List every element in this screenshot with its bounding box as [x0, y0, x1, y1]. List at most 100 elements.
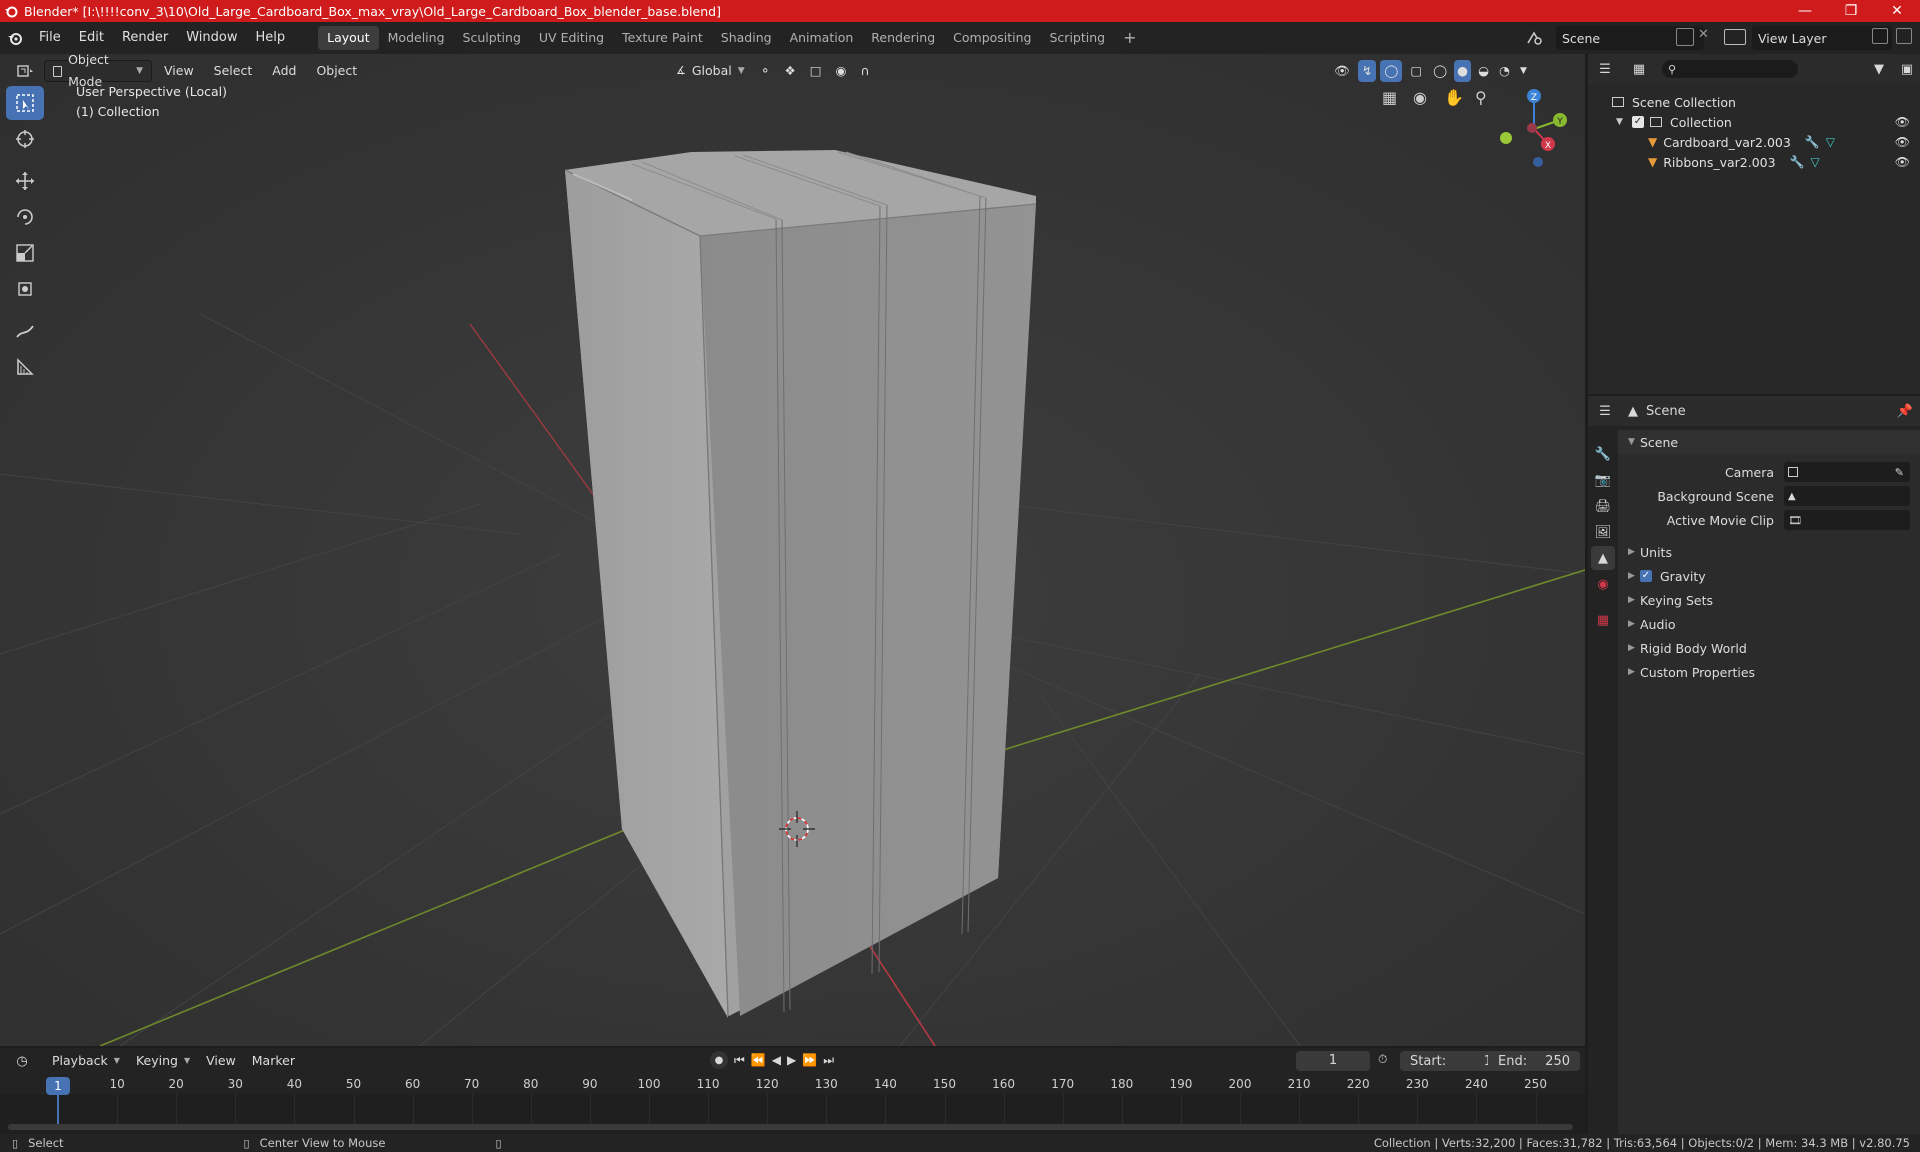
outliner-editor-type-icon[interactable]: ☰: [1588, 62, 1622, 77]
start-frame-field[interactable]: Start: 1: [1400, 1051, 1502, 1071]
menu-keying[interactable]: Keying ▼: [128, 1050, 198, 1072]
scale-tool[interactable]: [6, 236, 44, 270]
new-collection-icon[interactable]: ▣: [1894, 62, 1920, 77]
texture-tab-icon[interactable]: ▦: [1591, 608, 1615, 632]
menu-window[interactable]: Window: [177, 26, 246, 50]
properties-editor-type-icon[interactable]: ☰: [1588, 404, 1622, 419]
overlay-toggle-icon[interactable]: ◯: [1380, 60, 1403, 82]
tab-compositing[interactable]: Compositing: [944, 26, 1040, 50]
tab-sculpting[interactable]: Sculpting: [454, 26, 530, 50]
record-icon[interactable]: ●: [710, 1051, 728, 1069]
tab-rendering[interactable]: Rendering: [862, 26, 944, 50]
material-shading-icon[interactable]: ◒: [1475, 60, 1492, 82]
transform-orientation-selector[interactable]: ∡ Global ▼: [668, 60, 750, 82]
falloff-icon[interactable]: ∩: [856, 60, 873, 82]
select-box-tool[interactable]: [6, 86, 44, 120]
timeline-editor-type-icon[interactable]: ◷: [0, 1054, 44, 1069]
new-view-layer-icon[interactable]: [1872, 28, 1888, 44]
modifier-wrench-icon[interactable]: 🔧: [1805, 135, 1820, 149]
render-tab-icon[interactable]: 📷: [1591, 468, 1615, 492]
gravity-checkbox[interactable]: ✓: [1640, 570, 1652, 582]
3d-viewport[interactable]: Object Mode ▼ View Select Add Object ∡ G…: [0, 54, 1585, 1046]
pin-icon[interactable]: 📌: [1890, 404, 1920, 419]
xray-icon[interactable]: ▢: [1406, 60, 1426, 82]
timeline-area[interactable]: 10 20 30 40 50 60 70 80 90 100 110 120 130 140 150 160 1…: [0, 1074, 1585, 1134]
pan-hand-icon[interactable]: ✋: [1444, 88, 1464, 108]
timeline-scrollbar[interactable]: [8, 1124, 1573, 1130]
add-workspace-button[interactable]: +: [1114, 26, 1145, 50]
menu-file[interactable]: File: [30, 26, 70, 50]
remove-view-layer-icon[interactable]: [1896, 28, 1912, 44]
visibility-icon[interactable]: 👁: [1330, 60, 1354, 82]
move-tool[interactable]: [6, 164, 44, 198]
pivot-point-icon[interactable]: ⚬: [756, 60, 774, 82]
rendered-shading-icon[interactable]: ◔: [1496, 60, 1513, 82]
world-tab-icon[interactable]: ◉: [1591, 572, 1615, 596]
scene-icon[interactable]: [1526, 30, 1544, 50]
end-frame-field[interactable]: End: 250: [1488, 1051, 1580, 1071]
background-scene-field[interactable]: ▲: [1784, 486, 1910, 506]
expand-arrow-icon[interactable]: ▼: [1616, 117, 1632, 127]
prev-keyframe-icon[interactable]: ⏪: [751, 1053, 766, 1067]
camera-view-icon[interactable]: ◉: [1413, 88, 1433, 108]
menu-render[interactable]: Render: [113, 26, 177, 50]
cursor-tool[interactable]: [6, 122, 44, 156]
filter-icon[interactable]: ▼: [1864, 62, 1894, 77]
jump-start-icon[interactable]: ⏮: [734, 1053, 745, 1068]
mesh-data-icon[interactable]: ▽: [1811, 155, 1820, 169]
tab-shading[interactable]: Shading: [712, 26, 781, 50]
modifier-wrench-icon[interactable]: 🔧: [1790, 155, 1805, 169]
eyedropper-icon[interactable]: ✎: [1895, 466, 1904, 479]
solid-shading-icon[interactable]: ●: [1454, 60, 1472, 82]
menu-select[interactable]: Select: [206, 60, 261, 82]
rotate-tool[interactable]: [6, 200, 44, 234]
rigid-body-world-panel-header[interactable]: ▶ Rigid Body World: [1618, 636, 1920, 660]
play-icon[interactable]: ▶: [787, 1053, 796, 1067]
menu-object[interactable]: Object: [308, 60, 365, 82]
display-mode-icon[interactable]: ▦: [1622, 62, 1656, 77]
menu-help[interactable]: Help: [247, 26, 295, 50]
camera-field[interactable]: ✎: [1784, 462, 1910, 482]
custom-properties-panel-header[interactable]: ▶ Custom Properties: [1618, 660, 1920, 684]
units-panel-header[interactable]: ▶ Units: [1618, 540, 1920, 564]
outliner-collection-row[interactable]: ▼ ✓ Collection 👁: [1588, 112, 1920, 132]
tab-scripting[interactable]: Scripting: [1041, 26, 1115, 50]
blender-menu-icon[interactable]: [0, 30, 30, 46]
snap-target-icon[interactable]: □: [806, 60, 826, 82]
wireframe-shading-icon[interactable]: ◯: [1430, 60, 1450, 82]
eye-icon[interactable]: 👁: [1895, 115, 1910, 129]
stopwatch-icon[interactable]: ⏱: [1378, 1052, 1387, 1067]
gravity-panel-header[interactable]: ▶ ✓ Gravity: [1618, 564, 1920, 588]
view-layer-selector[interactable]: View Layer: [1752, 26, 1892, 50]
next-keyframe-icon[interactable]: ⏩: [802, 1053, 817, 1067]
tab-texture-paint[interactable]: Texture Paint: [613, 26, 712, 50]
active-movie-clip-field[interactable]: 🎞: [1784, 510, 1910, 530]
mode-selector[interactable]: Object Mode ▼: [44, 54, 152, 89]
tab-layout[interactable]: Layout: [318, 26, 379, 50]
maximize-icon[interactable]: ❐: [1828, 0, 1874, 22]
minimize-icon[interactable]: —: [1782, 0, 1828, 22]
menu-playback[interactable]: Playback ▼: [44, 1050, 128, 1072]
eye-icon[interactable]: 👁: [1895, 135, 1910, 149]
close-icon[interactable]: ✕: [1874, 0, 1920, 22]
tool-tab-icon[interactable]: 🔧: [1591, 442, 1615, 466]
transform-tool[interactable]: [6, 272, 44, 306]
tab-modeling[interactable]: Modeling: [379, 26, 454, 50]
grid-view-icon[interactable]: ▦: [1382, 88, 1402, 108]
editor-type-icon[interactable]: [12, 60, 40, 82]
collection-checkbox[interactable]: ✓: [1632, 116, 1644, 128]
navigation-gizmo[interactable]: Z Y X: [1488, 84, 1578, 174]
outliner-search-input[interactable]: ⚲: [1662, 60, 1798, 78]
audio-panel-header[interactable]: ▶ Audio: [1618, 612, 1920, 636]
menu-marker[interactable]: Marker: [244, 1050, 303, 1072]
playhead-frame-label[interactable]: 1: [46, 1077, 70, 1095]
menu-edit[interactable]: Edit: [70, 26, 113, 50]
outliner-scene-collection[interactable]: Scene Collection: [1588, 92, 1920, 112]
view-layer-tab-icon[interactable]: 🖼: [1591, 520, 1615, 544]
measure-tool[interactable]: [6, 350, 44, 384]
mesh-data-icon[interactable]: ▽: [1826, 135, 1835, 149]
delete-scene-icon[interactable]: ✕: [1698, 27, 1709, 42]
menu-timeline-view[interactable]: View: [198, 1050, 244, 1072]
tab-animation[interactable]: Animation: [781, 26, 863, 50]
view-layer-icon[interactable]: [1724, 29, 1746, 45]
